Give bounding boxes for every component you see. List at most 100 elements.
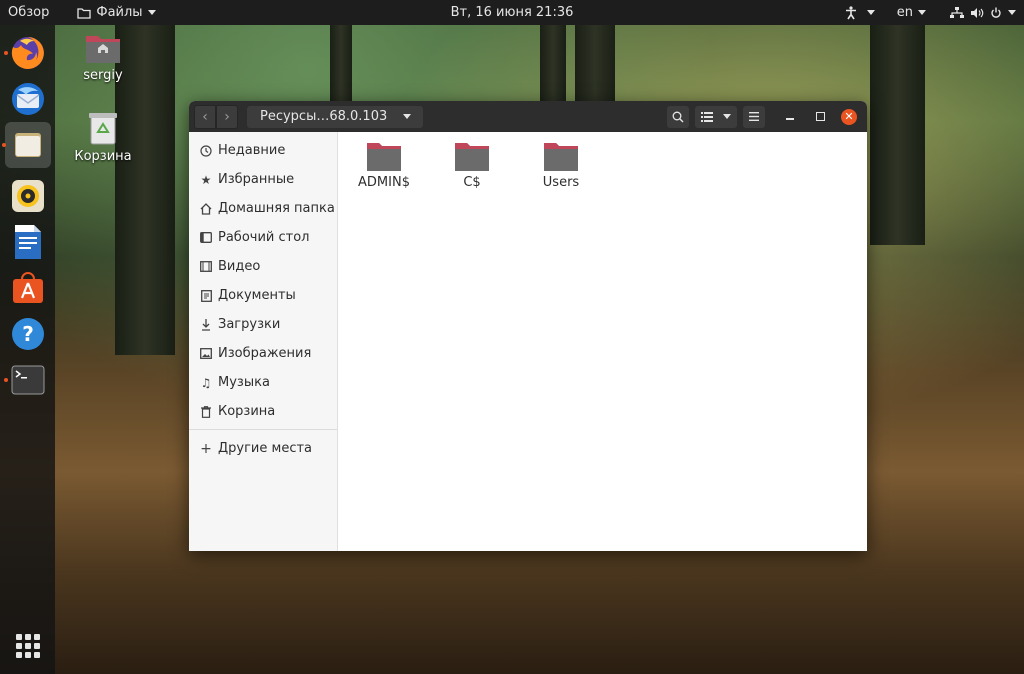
top-bar: Обзор Файлы Вт, 16 июня 21:36 en <box>0 0 1024 25</box>
minimize-button[interactable] <box>779 106 801 128</box>
location-button[interactable]: Ресурсы…68.0.103 <box>247 105 424 128</box>
language-label: en <box>896 5 913 20</box>
desktop-icon <box>199 232 213 243</box>
grid-dot-icon <box>33 643 40 649</box>
grid-dot-icon <box>24 652 31 658</box>
hamburger-menu-icon <box>749 112 759 121</box>
close-button[interactable]: ✕ <box>841 108 857 125</box>
dock-software[interactable] <box>10 270 46 306</box>
running-indicator <box>3 51 8 55</box>
firefox-icon <box>11 37 44 69</box>
sidebar-item-label: Недавние <box>218 143 286 158</box>
grid-dot-icon <box>15 643 22 649</box>
sidebar-item-label: Другие места <box>218 441 313 456</box>
running-indicator <box>1 143 6 147</box>
folder-icon <box>455 143 489 171</box>
trash-icon <box>89 113 117 145</box>
svg-text:?: ? <box>22 322 34 346</box>
sidebar-item-recent[interactable]: Недавние <box>189 136 337 165</box>
grid-dot-icon <box>15 652 22 658</box>
header-actions: ✕ <box>661 101 859 132</box>
location-label: Ресурсы…68.0.103 <box>260 109 388 124</box>
plus-icon: + <box>200 440 212 457</box>
dock-firefox[interactable] <box>3 35 46 71</box>
sidebar-item-downloads[interactable]: Загрузки <box>189 310 337 339</box>
sidebar-item-videos[interactable]: Видео <box>189 252 337 281</box>
folder-item[interactable]: ADMIN$ <box>349 140 419 190</box>
sidebar-item-label: Рабочий стол <box>218 230 310 245</box>
places-sidebar: Недавние ★ Избранные Домашняя папка Рабо… <box>189 132 338 551</box>
activities-label: Обзор <box>8 5 50 20</box>
view-mode-button[interactable] <box>695 105 737 128</box>
folder-icon <box>77 7 92 19</box>
accessibility-menu[interactable] <box>837 0 883 25</box>
file-view[interactable]: ADMIN$ C$ Users <box>338 132 867 551</box>
menu-button[interactable] <box>743 105 765 128</box>
wallpaper-tree <box>575 25 615 105</box>
desktop-icon-trash[interactable]: Корзина <box>68 111 138 164</box>
chevron-left-icon: ‹ <box>202 108 208 125</box>
image-icon <box>199 348 213 359</box>
power-icon <box>991 7 1001 18</box>
dock-thunderbird[interactable] <box>10 81 46 117</box>
accessibility-icon <box>845 5 856 19</box>
dock-rhythmbox[interactable] <box>10 178 46 214</box>
window-headerbar[interactable]: ‹ › Ресурсы…68.0.103 ✕ <box>189 101 867 132</box>
grid-dot-icon <box>24 643 31 649</box>
grid-dot-icon <box>24 634 31 640</box>
dock-libreoffice-writer[interactable] <box>10 224 46 260</box>
status-menu[interactable] <box>942 0 1024 25</box>
folder-item[interactable]: Users <box>526 140 596 190</box>
sidebar-item-home[interactable]: Домашняя папка <box>189 194 337 223</box>
dock-terminal[interactable] <box>3 362 46 398</box>
desktop-icon-home[interactable]: sergiy <box>68 32 138 83</box>
dock-files[interactable] <box>1 122 51 168</box>
back-button[interactable]: ‹ <box>194 104 216 129</box>
clock-button[interactable]: Вт, 16 июня 21:36 <box>451 5 574 20</box>
folder-icon <box>367 143 401 171</box>
grid-dot-icon <box>33 652 40 658</box>
document-icon <box>199 289 213 302</box>
folder-name: C$ <box>463 175 481 190</box>
chevron-down-icon <box>918 10 926 15</box>
chevron-down-icon <box>147 10 156 15</box>
language-menu[interactable]: en <box>889 0 934 25</box>
sidebar-item-starred[interactable]: ★ Избранные <box>189 165 337 194</box>
wallpaper-tree <box>330 25 352 105</box>
forward-button[interactable]: › <box>216 104 238 129</box>
chevron-down-icon <box>1008 10 1016 15</box>
thunderbird-icon <box>11 83 44 115</box>
sidebar-item-other-locations[interactable]: + Другие места <box>189 434 337 463</box>
grid-dot-icon <box>33 634 40 640</box>
activities-button[interactable]: Обзор <box>0 0 57 25</box>
desktop-icon-label: sergiy <box>83 68 123 83</box>
dock-help[interactable]: ? <box>10 316 46 352</box>
chevron-right-icon: › <box>224 108 230 125</box>
wallpaper-tree <box>870 25 925 245</box>
search-icon <box>672 111 684 122</box>
dock: ? <box>0 25 55 674</box>
sidebar-item-documents[interactable]: Документы <box>189 281 337 310</box>
sidebar-item-label: Загрузки <box>218 317 281 332</box>
sidebar-item-pictures[interactable]: Изображения <box>189 339 337 368</box>
music-icon: ♫ <box>200 375 212 390</box>
star-icon: ★ <box>200 172 212 187</box>
folder-name: ADMIN$ <box>358 175 410 190</box>
sidebar-item-music[interactable]: ♫ Музыка <box>189 368 337 397</box>
sidebar-item-desktop[interactable]: Рабочий стол <box>189 223 337 252</box>
close-icon: ✕ <box>844 110 854 123</box>
sidebar-item-label: Домашняя папка <box>218 201 335 216</box>
app-menu-label: Файлы <box>96 5 143 20</box>
software-center-icon <box>12 272 43 303</box>
network-icon <box>950 6 964 18</box>
show-applications-button[interactable] <box>15 634 40 658</box>
sidebar-item-label: Корзина <box>218 404 276 419</box>
sidebar-item-label: Изображения <box>218 346 312 361</box>
sidebar-item-trash[interactable]: Корзина <box>189 397 337 426</box>
search-button[interactable] <box>667 105 689 128</box>
clock-icon <box>199 144 213 157</box>
app-menu-button[interactable]: Файлы <box>69 0 163 25</box>
chevron-down-icon <box>403 114 412 119</box>
folder-item[interactable]: C$ <box>437 140 507 190</box>
maximize-button[interactable] <box>809 106 831 128</box>
